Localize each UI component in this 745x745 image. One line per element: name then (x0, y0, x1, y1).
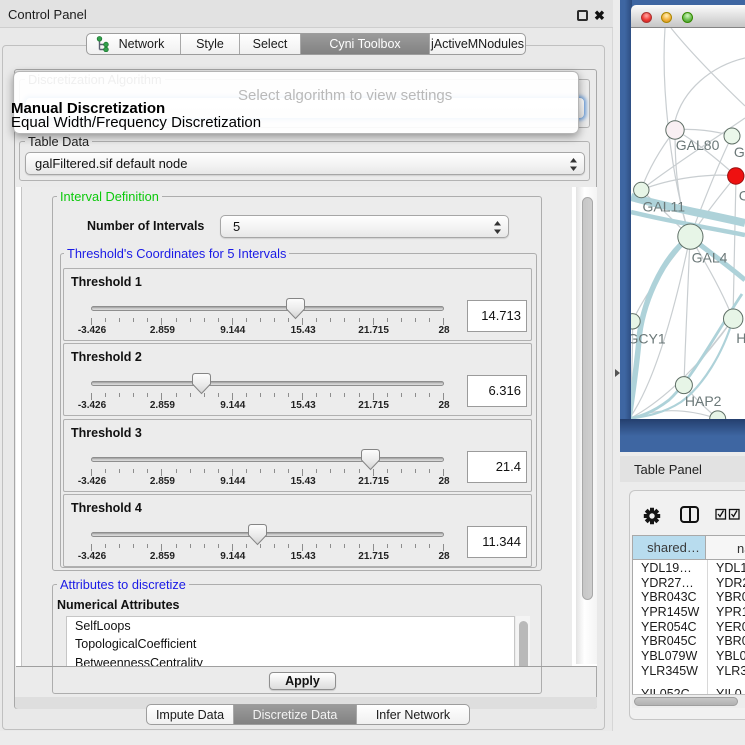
svg-text:GA: GA (734, 144, 745, 160)
svg-text:GAL4: GAL4 (692, 250, 728, 266)
svg-text:GAL11: GAL11 (643, 199, 686, 215)
svg-text:GCY1: GCY1 (631, 331, 666, 347)
svg-text:H: H (736, 330, 745, 346)
svg-text:HAP2: HAP2 (685, 393, 722, 409)
svg-text:GAL80: GAL80 (676, 137, 720, 153)
svg-text:C: C (739, 188, 745, 204)
